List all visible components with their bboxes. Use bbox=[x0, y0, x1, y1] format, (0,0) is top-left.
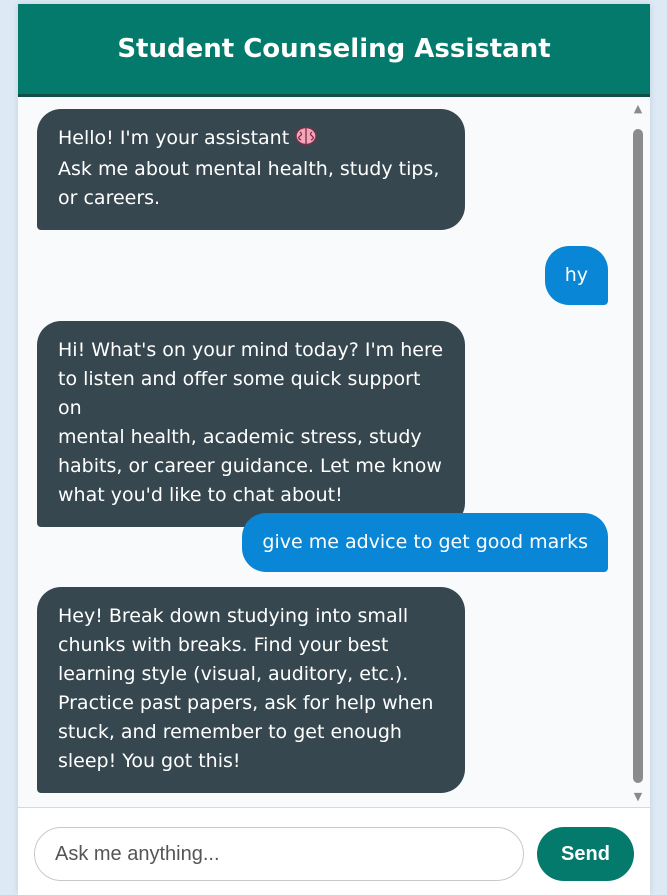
message-line: mental health, academic stress, study bbox=[58, 426, 422, 448]
message-line: what you'd like to chat about! bbox=[58, 484, 343, 506]
message-line: to listen and offer some quick support o… bbox=[58, 368, 421, 419]
message-line: learning style (visual, auditory, etc.). bbox=[58, 663, 409, 685]
chat-scrollbar[interactable]: ▲ ▼ bbox=[632, 97, 644, 807]
chat-log[interactable]: Hello! I'm your assistant Ask me about m… bbox=[18, 97, 650, 807]
brain-icon bbox=[295, 126, 317, 155]
message-line: Hello! I'm your assistant bbox=[58, 127, 290, 149]
message-line: stuck, and remember to get enough bbox=[58, 721, 402, 743]
composer-bar: Send bbox=[18, 807, 650, 895]
app-header: Student Counseling Assistant bbox=[18, 4, 650, 97]
message-line: Hi! What's on your mind today? I'm here bbox=[58, 339, 444, 361]
message-text: give me advice to get good marks bbox=[262, 531, 588, 553]
message-text: hy bbox=[564, 264, 588, 286]
message-line: or careers. bbox=[58, 187, 161, 209]
send-button[interactable]: Send bbox=[537, 827, 634, 881]
message-line: habits, or career guidance. Let me know bbox=[58, 455, 442, 477]
user-message: give me advice to get good marks bbox=[242, 513, 608, 572]
bot-message: Hey! Break down studying into small chun… bbox=[37, 587, 465, 793]
message-line: chunks with breaks. Find your best bbox=[58, 634, 389, 656]
scrollbar-thumb[interactable] bbox=[633, 129, 643, 783]
scroll-up-arrow-icon[interactable]: ▲ bbox=[632, 103, 644, 115]
message-line: Practice past papers, ask for help when bbox=[58, 692, 434, 714]
bot-message: Hello! I'm your assistant Ask me about m… bbox=[37, 109, 465, 230]
chat-app: Student Counseling Assistant Hello! I'm … bbox=[18, 4, 650, 895]
user-message: hy bbox=[544, 246, 608, 305]
message-input[interactable] bbox=[34, 827, 524, 881]
message-line: sleep! You got this! bbox=[58, 750, 241, 772]
app-title: Student Counseling Assistant bbox=[117, 34, 551, 64]
bot-message: Hi! What's on your mind today? I'm here … bbox=[37, 321, 465, 527]
message-line: Hey! Break down studying into small bbox=[58, 605, 409, 627]
scroll-down-arrow-icon[interactable]: ▼ bbox=[632, 791, 644, 803]
message-line: Ask me about mental health, study tips, bbox=[58, 158, 440, 180]
